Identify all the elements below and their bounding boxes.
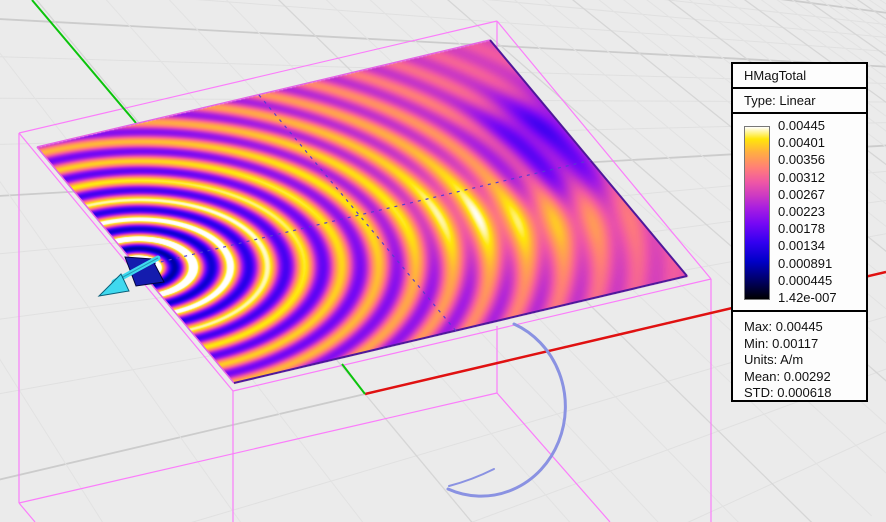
stat-line: Min: 0.00117	[744, 336, 866, 353]
box-top-edge	[19, 21, 497, 133]
colorbar-section: 0.004450.004010.00356 0.003120.002670.002…	[733, 114, 866, 312]
scale-label: 0.00401	[778, 135, 864, 151]
scale-label: 0.000445	[778, 273, 864, 289]
plot-center-dashed-line	[259, 95, 456, 331]
z-axis-line	[342, 364, 365, 394]
box-bottom-edge	[497, 393, 610, 522]
stat-line: Mean: 0.00292	[744, 369, 866, 386]
colorbar-labels: 0.004450.004010.00356 0.003120.002670.002…	[778, 118, 864, 306]
z-axis-line	[32, 0, 136, 123]
stat-line: STD: 0.000618	[744, 385, 866, 402]
blue-arc-tail	[449, 469, 494, 486]
plot-edge-right	[490, 40, 687, 276]
scale-label: 0.00223	[778, 204, 864, 220]
colorbar-gradient	[744, 126, 770, 300]
scale-label: 0.00312	[778, 170, 864, 186]
box-bottom-edge	[19, 503, 35, 522]
scale-label: 0.00267	[778, 187, 864, 203]
scale-label: 0.00356	[778, 152, 864, 168]
scale-label: 0.000891	[778, 256, 864, 272]
scale-label: 0.00134	[778, 238, 864, 254]
scale-label: 1.42e-007	[778, 290, 864, 306]
legend-panel[interactable]: HMagTotal Type: Linear 0.004450.004010.0…	[731, 62, 868, 402]
legend-stats: Max: 0.00445Min: 0.00117Units: A/mMean: …	[733, 312, 866, 402]
scale-label: 0.00445	[778, 118, 864, 134]
plot-center-dashed-lines	[138, 95, 591, 331]
plot-center-dashed-line	[138, 160, 591, 267]
box-top-edge	[19, 133, 233, 391]
legend-scale-type: Type: Linear	[733, 89, 866, 114]
plot-plane-edges	[37, 40, 687, 383]
scale-label: 0.00178	[778, 221, 864, 237]
box-bottom-edge	[19, 393, 497, 503]
box-top-edge	[233, 279, 711, 391]
air-box-wireframe	[19, 21, 711, 522]
box-top-edge	[497, 21, 711, 279]
stat-line: Max: 0.00445	[744, 319, 866, 336]
3d-viewport[interactable]: HMagTotal Type: Linear 0.004450.004010.0…	[0, 0, 886, 522]
plot-edge-top-left	[37, 40, 490, 147]
stat-line: Units: A/m	[744, 352, 866, 369]
legend-title: HMagTotal	[733, 64, 866, 89]
blue-arc	[448, 324, 565, 496]
plot-edge-bottom	[234, 276, 687, 383]
blue-arc-curve	[448, 324, 565, 496]
